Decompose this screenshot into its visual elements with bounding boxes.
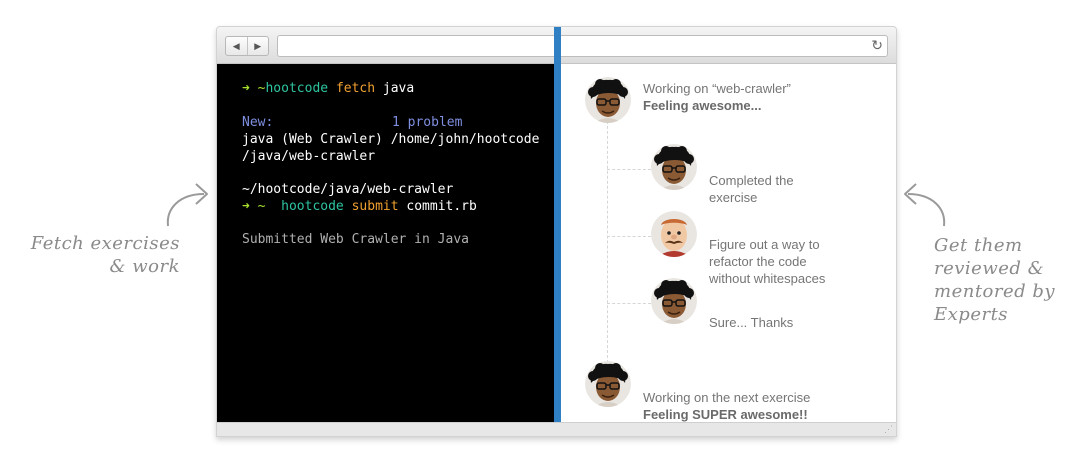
timeline-line: [607, 106, 608, 368]
terminal-line-new: New:: [242, 115, 273, 130]
mentor-avatar: [651, 211, 697, 257]
review-caption: Get them reviewed & mentored by Experts: [934, 234, 1064, 326]
forward-arrow-icon: ▶: [254, 40, 262, 51]
fetched-path-line-2: /java/web-crawler: [242, 149, 376, 164]
back-arrow-icon: ◀: [232, 40, 240, 51]
new-value: 1 problem: [392, 115, 463, 130]
prompt-arrow-icon: ➜: [242, 199, 250, 214]
submit-result: Submitted Web Crawler in Java: [242, 232, 469, 247]
forward-button[interactable]: ▶: [246, 37, 269, 55]
fetch-caption: Fetch exercises & work: [22, 232, 180, 278]
command-subcommand: fetch: [335, 81, 376, 96]
reload-icon[interactable]: ↻: [871, 37, 883, 54]
back-button[interactable]: ◀: [226, 37, 247, 55]
command-program: hootcode: [281, 199, 344, 214]
chat-message: Figure out a way to refactor the code wi…: [709, 236, 825, 287]
review-caption-line-1: Get them: [934, 235, 1023, 256]
terminal-pane: ➜ ~hootcode fetch java New: 1 problem ja…: [217, 64, 554, 422]
review-caption-line-3: mentored by: [934, 281, 1056, 302]
command-arg: java: [382, 81, 415, 96]
command-arg: commit.rb: [406, 199, 477, 214]
chat-message-line: Completed the: [709, 173, 794, 188]
command-program: hootcode: [265, 81, 329, 96]
timeline-branch: [607, 169, 651, 170]
curved-arrow-right-icon: [904, 183, 946, 227]
chat-message-line: Figure out a way to: [709, 237, 820, 252]
chat-message: Sure... Thanks: [709, 314, 793, 331]
prompt-dir: ~: [257, 199, 266, 214]
address-bar[interactable]: ↻: [277, 35, 888, 57]
prompt-arrow-icon: ➜: [242, 81, 250, 96]
timeline-branch: [607, 236, 651, 237]
review-pane: Working on “web-crawler” Feeling awesome…: [561, 64, 896, 422]
student-avatar: [651, 278, 697, 324]
pane-divider[interactable]: [554, 27, 561, 436]
fetched-path-line-1: java (Web Crawler) /home/john/hootcode: [242, 132, 540, 147]
chat-message-status: Feeling SUPER awesome!!: [643, 407, 808, 422]
new-label: New:: [242, 115, 274, 130]
resize-grip-icon[interactable]: ⋰: [884, 424, 893, 435]
nav-buttons: ◀ ▶: [225, 36, 269, 56]
chat-message-line: refactor the code: [709, 254, 807, 269]
chat-message: Working on the next exercise Feeling SUP…: [643, 389, 810, 423]
chat-message: Working on “web-crawler” Feeling awesome…: [643, 80, 791, 114]
chat-message-status: Feeling awesome...: [643, 98, 762, 113]
terminal-line-fetch: ➜ ~hootcode fetch java: [242, 81, 414, 96]
chat-message-line: Sure... Thanks: [709, 315, 794, 330]
student-avatar: [585, 361, 631, 407]
current-directory: ~/hootcode/java/web-crawler: [242, 182, 454, 197]
status-bar: ⋰: [217, 422, 896, 436]
student-avatar: [651, 144, 697, 190]
chat-message: Completed the exercise: [709, 172, 794, 206]
fetch-caption-line-2: & work: [109, 256, 180, 277]
curved-arrow-left-icon: [166, 183, 208, 227]
chat-message-line: Working on “web-crawler”: [643, 81, 791, 96]
command-subcommand: submit: [351, 199, 399, 214]
fetch-caption-line-1: Fetch exercises: [30, 233, 180, 254]
timeline-branch: [607, 303, 651, 304]
chat-message-line: exercise: [709, 190, 758, 205]
review-caption-line-4: Experts: [934, 304, 1009, 325]
terminal-line-submit: ➜ ~ hootcode submit commit.rb: [242, 199, 477, 214]
chat-message-line: Working on the next exercise: [643, 390, 811, 405]
browser-window: ◀ ▶ ↻ ➜ ~hootcode fetch java New: 1 prob…: [216, 26, 897, 437]
review-caption-line-2: reviewed &: [934, 258, 1045, 279]
student-avatar: [585, 77, 631, 123]
chat-message-line: without whitespaces: [709, 271, 826, 286]
